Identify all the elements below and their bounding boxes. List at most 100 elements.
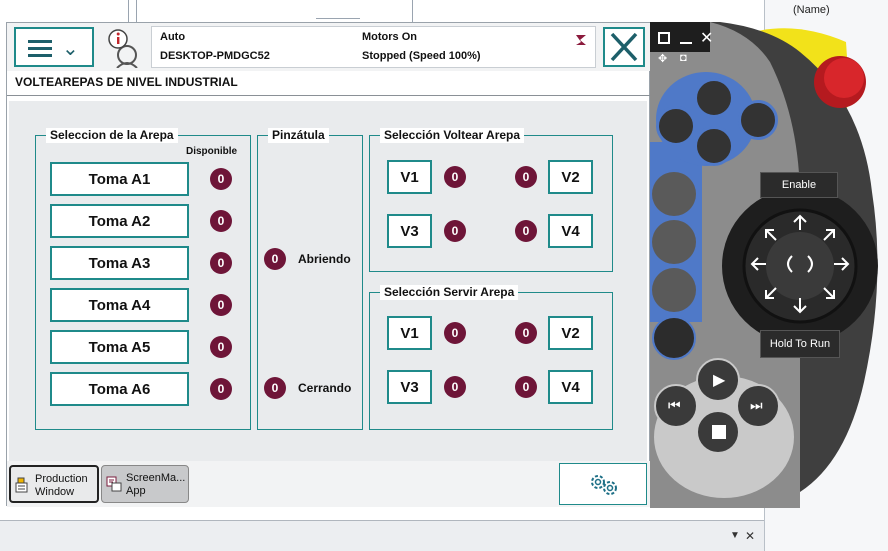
stop-button[interactable] xyxy=(696,410,740,454)
voltear-v4-button[interactable]: V4 xyxy=(548,214,593,248)
close-button[interactable] xyxy=(603,27,645,67)
hold-to-run-button[interactable]: Hold To Run xyxy=(760,330,840,358)
screenmaker-app-task[interactable]: ScreenMa... App xyxy=(101,465,189,503)
settings-button[interactable] xyxy=(559,463,647,505)
voltear-v4-indicator: 0 xyxy=(515,220,537,242)
enable-button[interactable]: Enable xyxy=(760,172,838,198)
close-icon[interactable]: ✕ xyxy=(700,28,713,48)
output-panel-bar: ▼ ✕ xyxy=(0,520,764,551)
start-button[interactable]: ▶ xyxy=(696,358,740,402)
servir-v3-indicator: 0 xyxy=(444,376,466,398)
servir-v3-button[interactable]: V3 xyxy=(387,370,432,404)
toma-a5-indicator: 0 xyxy=(210,336,232,358)
servir-v4-button[interactable]: V4 xyxy=(548,370,593,404)
production-label-line1: Production xyxy=(35,473,88,485)
restore-icon[interactable] xyxy=(658,32,670,44)
toma-a1-button[interactable]: Toma A1 xyxy=(50,162,189,196)
joystick[interactable] xyxy=(748,212,852,316)
background-divider xyxy=(316,18,360,19)
screenmaker-app-icon xyxy=(106,476,122,492)
status-panel[interactable]: Auto DESKTOP-PMDGC52 Motors On Stopped (… xyxy=(151,26,596,68)
title-divider xyxy=(7,95,651,96)
screenmaker-label-line2: App xyxy=(126,485,146,497)
minimize-icon[interactable] xyxy=(680,42,692,44)
group-title: Selección Servir Arepa xyxy=(380,285,519,300)
main-content: Seleccion de la Arepa Disponible Toma A1… xyxy=(9,101,647,463)
pendant-hardware: ✕ ✥ ◘ Enable Hold To Run ▶ ⏮ ⏭ xyxy=(650,22,888,508)
background-divider xyxy=(136,0,137,22)
toggle-key[interactable] xyxy=(652,316,696,360)
group-servir-arepa: Selección Servir Arepa V1 0 0 V2 V3 0 0 … xyxy=(369,285,613,430)
stop-icon xyxy=(712,425,726,439)
increment-key[interactable] xyxy=(652,268,696,312)
group-title: Seleccion de la Arepa xyxy=(46,128,178,143)
group-pinzatula: Pinzátula 0 Abriendo 0 Cerrando xyxy=(257,128,363,430)
voltear-v2-button[interactable]: V2 xyxy=(548,160,593,194)
programmable-key-1[interactable] xyxy=(694,78,734,118)
programmable-key-3[interactable] xyxy=(738,100,778,140)
group-seleccion-arepa: Seleccion de la Arepa Disponible Toma A1… xyxy=(35,128,251,430)
production-label-line2: Window xyxy=(35,486,75,498)
operating-mode: Auto xyxy=(160,31,186,43)
programmable-key-4[interactable] xyxy=(694,126,734,166)
flexpendant-screen: ⌄ Auto DESKTOP-PMDGC52 Motors On Stopped… xyxy=(6,22,651,507)
toma-a2-indicator: 0 xyxy=(210,210,232,232)
chevron-down-icon: ⌄ xyxy=(62,38,79,60)
screenmaker-label-line1: ScreenMa... xyxy=(126,472,186,484)
toma-a2-button[interactable]: Toma A2 xyxy=(50,204,189,238)
camera-icon[interactable]: ◘ xyxy=(680,52,687,64)
background-divider xyxy=(128,0,129,22)
toma-a1-indicator: 0 xyxy=(210,168,232,190)
close-icon[interactable]: ✕ xyxy=(745,529,755,543)
program-state: Stopped (Speed 100%) xyxy=(362,50,481,62)
abriendo-label: Abriendo xyxy=(298,252,351,266)
voltear-v3-button[interactable]: V3 xyxy=(387,214,432,248)
move-icon[interactable]: ✥ xyxy=(658,52,667,65)
servir-v2-button[interactable]: V2 xyxy=(548,316,593,350)
step-forward-icon: ⏭ xyxy=(750,397,763,413)
controller-name: DESKTOP-PMDGC52 xyxy=(160,50,270,62)
step-backward-button[interactable]: ⏮ xyxy=(654,384,698,428)
voltear-v2-indicator: 0 xyxy=(515,166,537,188)
production-window-task[interactable]: Production Window xyxy=(9,465,99,503)
property-name-header: (Name) xyxy=(793,4,830,16)
play-icon: ▶ xyxy=(713,372,726,389)
background-divider xyxy=(412,0,413,22)
menu-icon xyxy=(28,40,52,57)
page-title: VOLTEAREPAS DE NIVEL INDUSTRIAL xyxy=(15,75,238,89)
servir-v1-indicator: 0 xyxy=(444,322,466,344)
toma-a4-button[interactable]: Toma A4 xyxy=(50,288,189,322)
task-bar: Production Window ScreenMa... App xyxy=(7,461,651,507)
step-forward-button[interactable]: ⏭ xyxy=(736,384,780,428)
cerrando-indicator: 0 xyxy=(264,377,286,399)
main-menu-button[interactable]: ⌄ xyxy=(14,27,94,67)
servir-v2-indicator: 0 xyxy=(515,322,537,344)
disponible-label: Disponible xyxy=(186,146,238,157)
status-bar: ⌄ Auto DESKTOP-PMDGC52 Motors On Stopped… xyxy=(7,23,651,71)
step-backward-icon: ⏮ xyxy=(668,397,681,413)
close-icon xyxy=(610,32,638,62)
servir-v1-button[interactable]: V1 xyxy=(387,316,432,350)
toma-a5-button[interactable]: Toma A5 xyxy=(50,330,189,364)
toma-a6-button[interactable]: Toma A6 xyxy=(50,372,189,406)
motors-state: Motors On xyxy=(362,31,417,43)
voltear-v1-button[interactable]: V1 xyxy=(387,160,432,194)
group-title: Pinzátula xyxy=(268,128,329,143)
quickset-icon xyxy=(576,35,586,45)
group-voltear-arepa: Selección Voltear Arepa V1 0 0 V2 V3 0 0… xyxy=(369,128,613,272)
operator-info-icon[interactable] xyxy=(105,28,145,69)
production-window-icon xyxy=(15,477,28,493)
programmable-key-2[interactable] xyxy=(656,106,696,146)
servir-v4-indicator: 0 xyxy=(515,376,537,398)
mechanical-unit-key[interactable] xyxy=(652,172,696,216)
pin-dropdown-icon[interactable]: ▼ xyxy=(730,530,740,541)
toma-a6-indicator: 0 xyxy=(210,378,232,400)
group-title: Selección Voltear Arepa xyxy=(380,128,525,143)
toma-a3-indicator: 0 xyxy=(210,252,232,274)
voltear-v1-indicator: 0 xyxy=(444,166,466,188)
toma-a3-button[interactable]: Toma A3 xyxy=(50,246,189,280)
voltear-v3-indicator: 0 xyxy=(444,220,466,242)
motion-mode-key[interactable] xyxy=(652,220,696,264)
toma-a4-indicator: 0 xyxy=(210,294,232,316)
abriendo-indicator: 0 xyxy=(264,248,286,270)
